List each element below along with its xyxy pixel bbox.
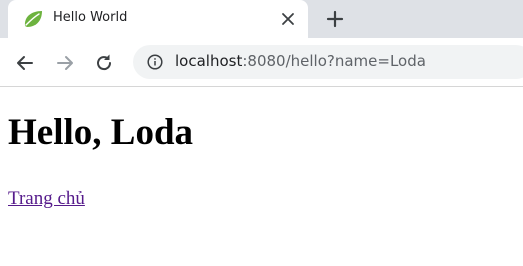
browser-toolbar: localhost:8080/hello?name=Loda	[0, 38, 523, 87]
home-link[interactable]: Trang chủ	[8, 188, 85, 210]
url-path: :8080/hello?name=Loda	[242, 52, 426, 70]
tab-title: Hello World	[53, 10, 128, 25]
reload-icon[interactable]	[93, 52, 115, 74]
info-icon[interactable]	[147, 54, 163, 70]
forward-arrow-icon[interactable]	[54, 52, 76, 74]
url-text[interactable]: localhost:8080/hello?name=Loda	[175, 52, 426, 70]
close-icon[interactable]	[280, 11, 296, 27]
plus-icon[interactable]	[323, 8, 347, 30]
back-arrow-icon[interactable]	[14, 52, 36, 74]
tab-strip: Hello World	[0, 0, 523, 38]
address-bar[interactable]: localhost:8080/hello?name=Loda	[133, 45, 523, 79]
spring-leaf-icon	[22, 9, 44, 29]
page-heading: Hello, Loda	[8, 112, 194, 153]
url-host: localhost	[175, 52, 243, 70]
tab-hello-world[interactable]: Hello World	[8, 0, 308, 38]
